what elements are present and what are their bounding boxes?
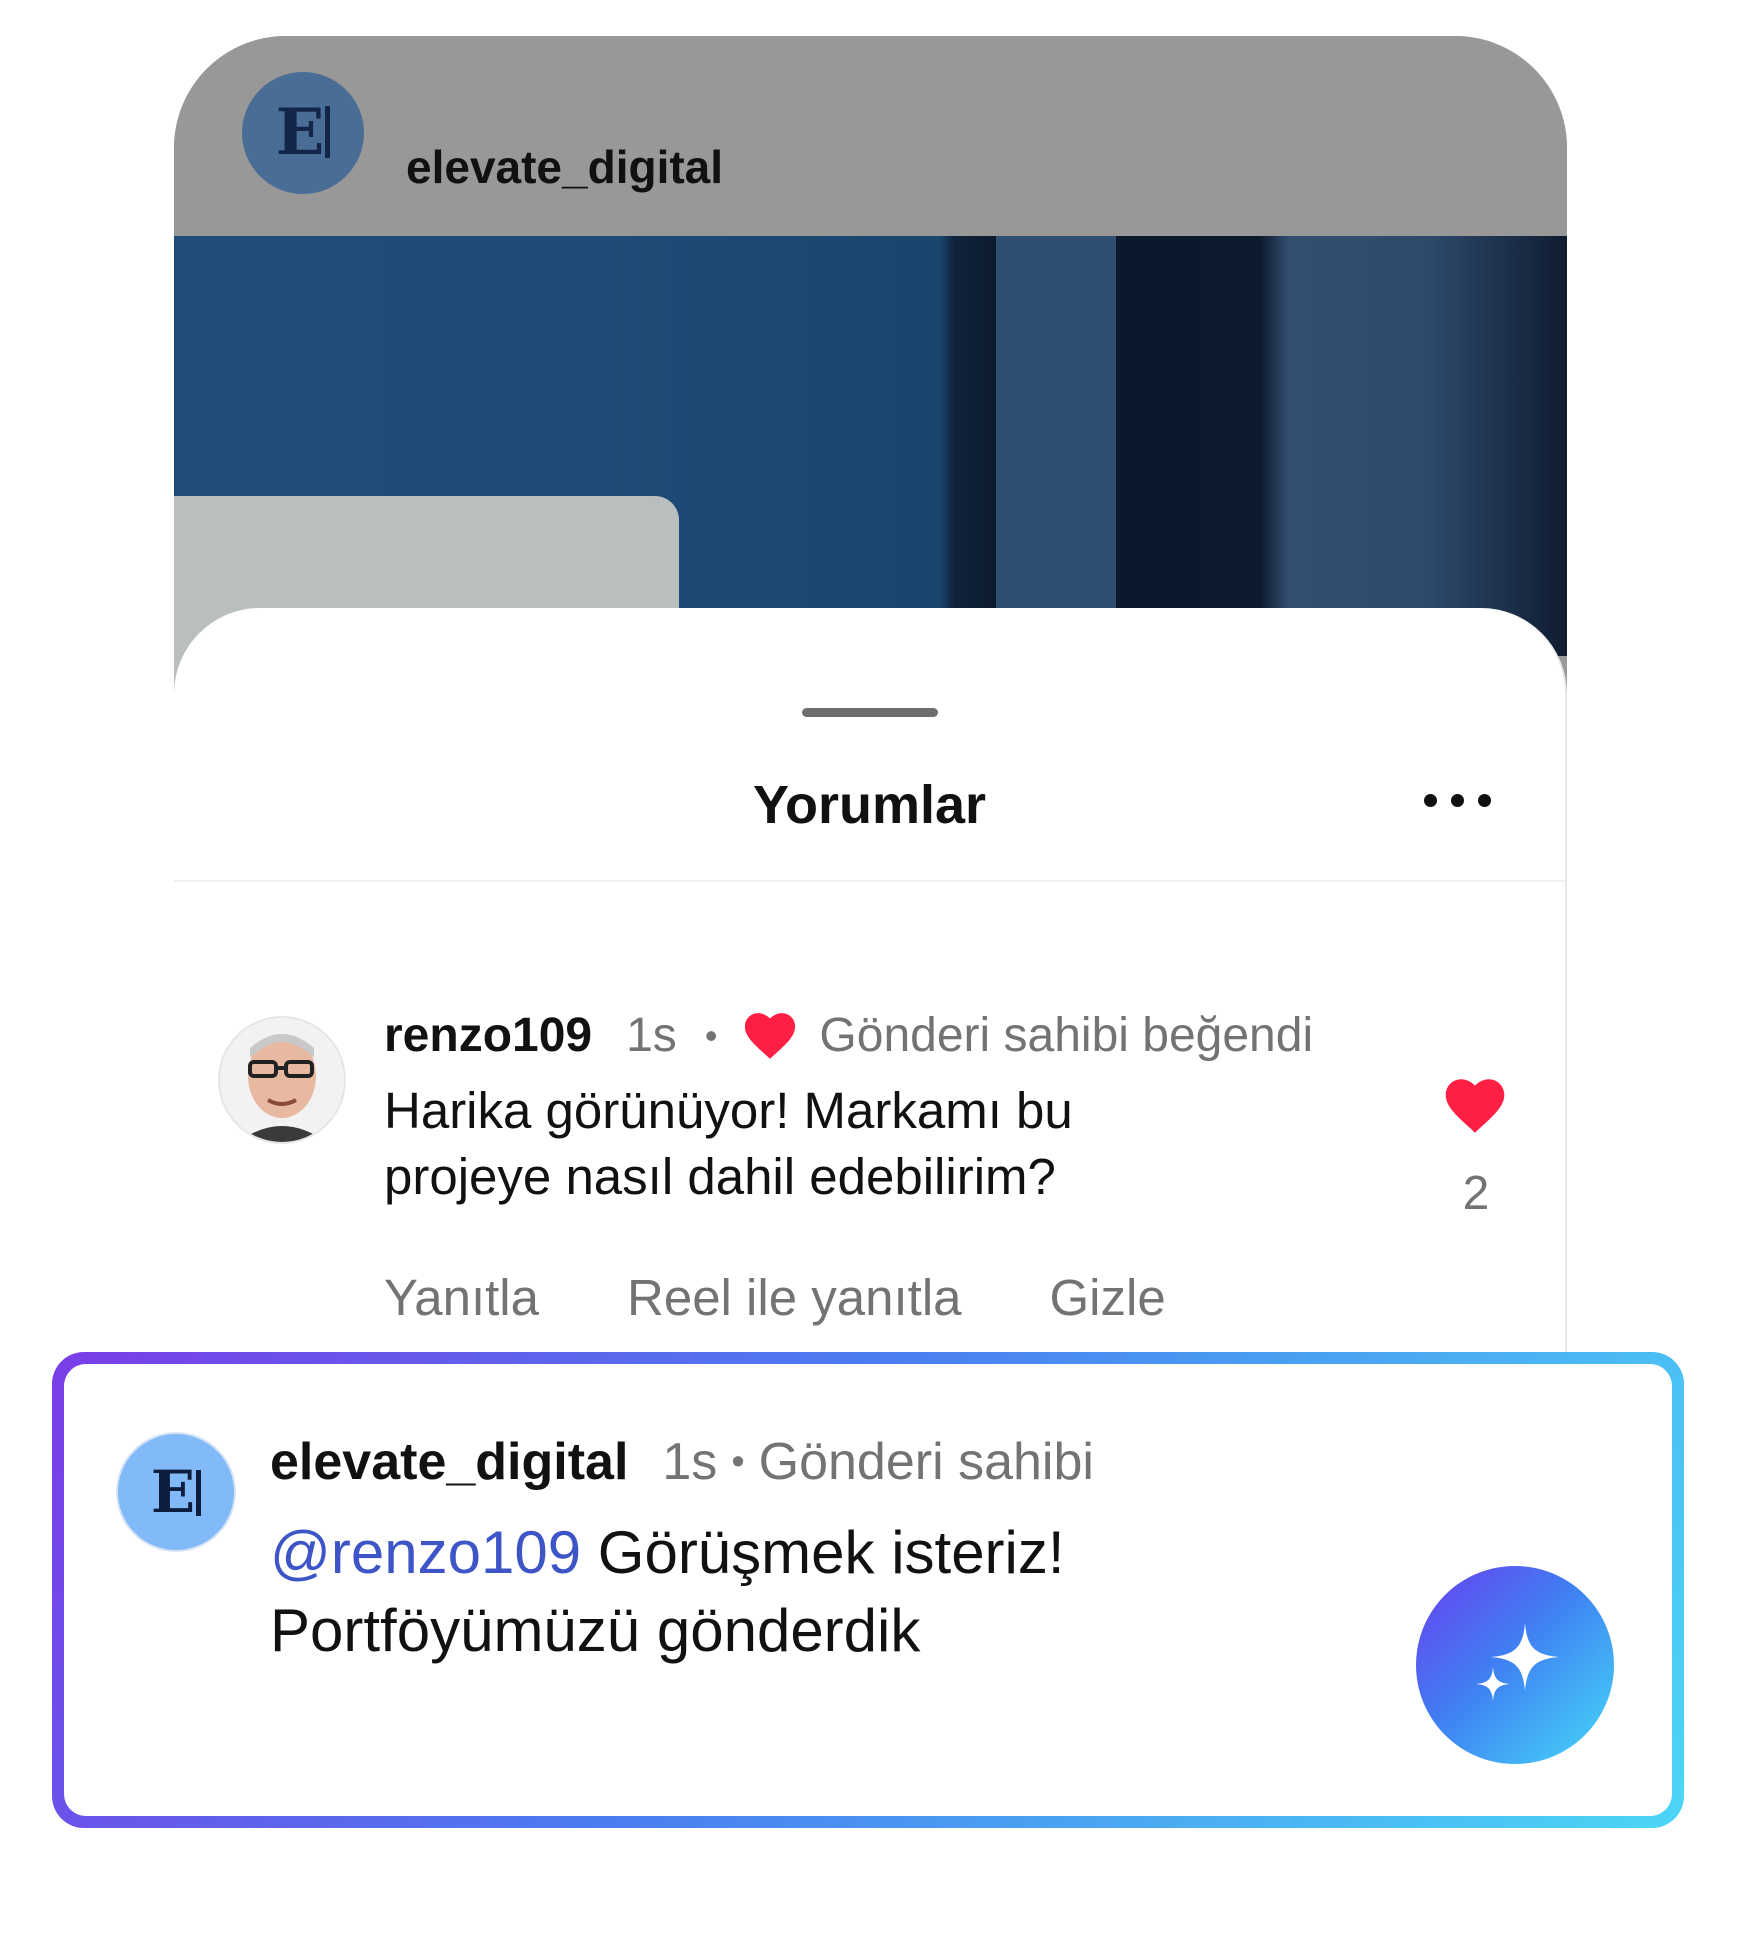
post-view: E elevate_digital Yorumlar renzo109 1s •… [174, 36, 1567, 1436]
separator: • [704, 1014, 718, 1056]
like-count: 2 [1462, 1167, 1490, 1220]
post-username[interactable]: elevate_digital [406, 140, 723, 194]
comments-sheet: Yorumlar renzo109 1s • Gönderi sahibi be… [174, 608, 1567, 1436]
comment-text: Harika görünüyor! Markamı bu projeye nas… [384, 1082, 1073, 1205]
profile-avatar[interactable]: E [242, 72, 364, 194]
reply-meta: elevate_digital 1s • Gönderi sahibi [270, 1432, 1094, 1492]
drag-handle[interactable] [802, 708, 938, 717]
separator: • [731, 1440, 745, 1483]
avatar[interactable] [218, 1016, 346, 1144]
ai-sparkle-button[interactable] [1416, 1566, 1614, 1764]
brand-logo: E [276, 101, 331, 165]
owner-label: Gönderi sahibi [758, 1433, 1094, 1491]
reply-button[interactable]: Yanıtla [384, 1268, 539, 1327]
reel-reply-button[interactable]: Reel ile yanıtla [627, 1268, 962, 1327]
hide-button[interactable]: Gizle [1050, 1268, 1166, 1327]
brand-logo: E [151, 1463, 202, 1521]
sheet-title: Yorumlar [752, 775, 987, 835]
divider [174, 880, 1565, 882]
comment-actions: Yanıtla Reel ile yanıtla Gizle [384, 1268, 1166, 1327]
post-image [174, 236, 1567, 696]
sparkle-icon [1476, 1623, 1559, 1701]
heart-icon [745, 1012, 796, 1059]
mention-link[interactable]: @renzo109 [270, 1519, 581, 1586]
post-header: E elevate_digital [174, 36, 1567, 236]
reply-avatar[interactable]: E [116, 1432, 236, 1552]
comment-meta: renzo109 1s • Gönderi sahibi beğendi [384, 1008, 1313, 1063]
reply-text: @renzo109 Görüşmek isteriz! Portföyümüzü… [270, 1514, 1230, 1670]
comment-time: 1s [626, 1009, 677, 1062]
like-heart-icon[interactable] [1444, 1078, 1506, 1134]
user-photo-icon [220, 1018, 344, 1142]
owner-liked-label: Gönderi sahibi beğendi [819, 1009, 1314, 1062]
reply-card: E elevate_digital 1s • Gönderi sahibi @r… [52, 1352, 1684, 1828]
comment-username[interactable]: renzo109 [384, 1008, 592, 1063]
more-horizontal-icon[interactable] [1424, 790, 1504, 810]
reply-time: 1s [662, 1433, 718, 1491]
reply-username[interactable]: elevate_digital [270, 1432, 628, 1492]
